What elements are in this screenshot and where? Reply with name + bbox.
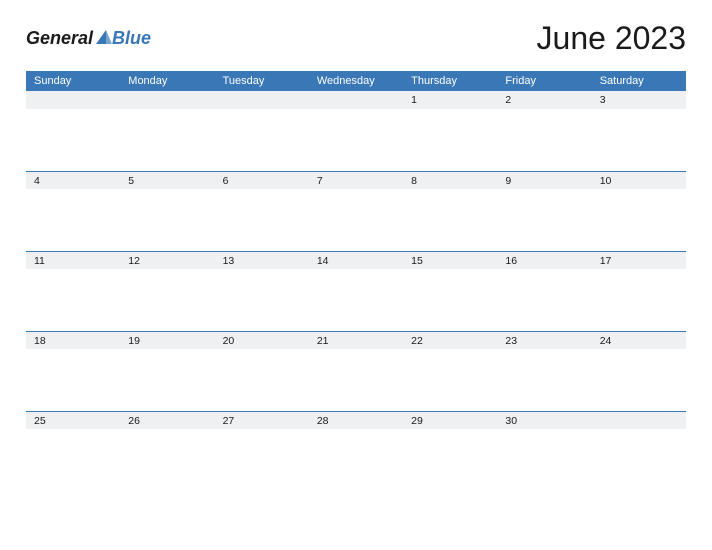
- date-cell: 1: [403, 94, 497, 106]
- date-cell: 21: [309, 335, 403, 347]
- day-header: Sunday: [26, 75, 120, 87]
- date-cell: 26: [120, 415, 214, 427]
- day-header: Friday: [497, 75, 591, 87]
- date-cell: 19: [120, 335, 214, 347]
- date-cell: 9: [497, 175, 591, 187]
- date-cell: 16: [497, 255, 591, 267]
- date-cell: 29: [403, 415, 497, 427]
- day-header: Monday: [120, 75, 214, 87]
- calendar: Sunday Monday Tuesday Wednesday Thursday…: [26, 71, 686, 491]
- day-header: Saturday: [592, 75, 686, 87]
- date-cell: 25: [26, 415, 120, 427]
- week-body: [26, 109, 686, 171]
- date-cell: 7: [309, 175, 403, 187]
- day-headers-row: Sunday Monday Tuesday Wednesday Thursday…: [26, 71, 686, 91]
- date-row: 4 5 6 7 8 9 10: [26, 171, 686, 189]
- date-cell: 27: [215, 415, 309, 427]
- date-cell: 23: [497, 335, 591, 347]
- date-cell: 15: [403, 255, 497, 267]
- date-cell: 5: [120, 175, 214, 187]
- date-cell: 3: [592, 94, 686, 106]
- week-body: [26, 189, 686, 251]
- day-header: Thursday: [403, 75, 497, 87]
- logo-word1: General: [26, 28, 93, 49]
- logo-word2: Blue: [112, 28, 151, 49]
- week-row: 11 12 13 14 15 16 17: [26, 251, 686, 331]
- weeks: 1 2 3 4 5 6 7 8 9 10 11 12 13 14: [26, 91, 686, 491]
- day-header: Tuesday: [215, 75, 309, 87]
- header: General Blue June 2023: [26, 20, 686, 57]
- date-cell: 30: [497, 415, 591, 427]
- date-cell: 20: [215, 335, 309, 347]
- date-cell: 11: [26, 255, 120, 267]
- day-header: Wednesday: [309, 75, 403, 87]
- week-body: [26, 269, 686, 331]
- week-row: 25 26 27 28 29 30: [26, 411, 686, 491]
- week-body: [26, 429, 686, 491]
- week-row: 18 19 20 21 22 23 24: [26, 331, 686, 411]
- date-cell: 22: [403, 335, 497, 347]
- date-row: 11 12 13 14 15 16 17: [26, 251, 686, 269]
- date-cell: 18: [26, 335, 120, 347]
- date-cell: 14: [309, 255, 403, 267]
- date-cell: 8: [403, 175, 497, 187]
- date-cell: 17: [592, 255, 686, 267]
- date-cell: 4: [26, 175, 120, 187]
- date-cell: 6: [215, 175, 309, 187]
- logo-triangle-icon: [96, 30, 112, 44]
- date-row: 25 26 27 28 29 30: [26, 411, 686, 429]
- week-row: 1 2 3: [26, 91, 686, 171]
- date-cell: 12: [120, 255, 214, 267]
- date-cell: 2: [497, 94, 591, 106]
- date-cell: 24: [592, 335, 686, 347]
- week-row: 4 5 6 7 8 9 10: [26, 171, 686, 251]
- logo: General Blue: [26, 28, 151, 49]
- date-cell: 10: [592, 175, 686, 187]
- page-title: June 2023: [537, 20, 686, 57]
- date-row: 18 19 20 21 22 23 24: [26, 331, 686, 349]
- date-row: 1 2 3: [26, 91, 686, 109]
- week-body: [26, 349, 686, 411]
- date-cell: 28: [309, 415, 403, 427]
- date-cell: 13: [215, 255, 309, 267]
